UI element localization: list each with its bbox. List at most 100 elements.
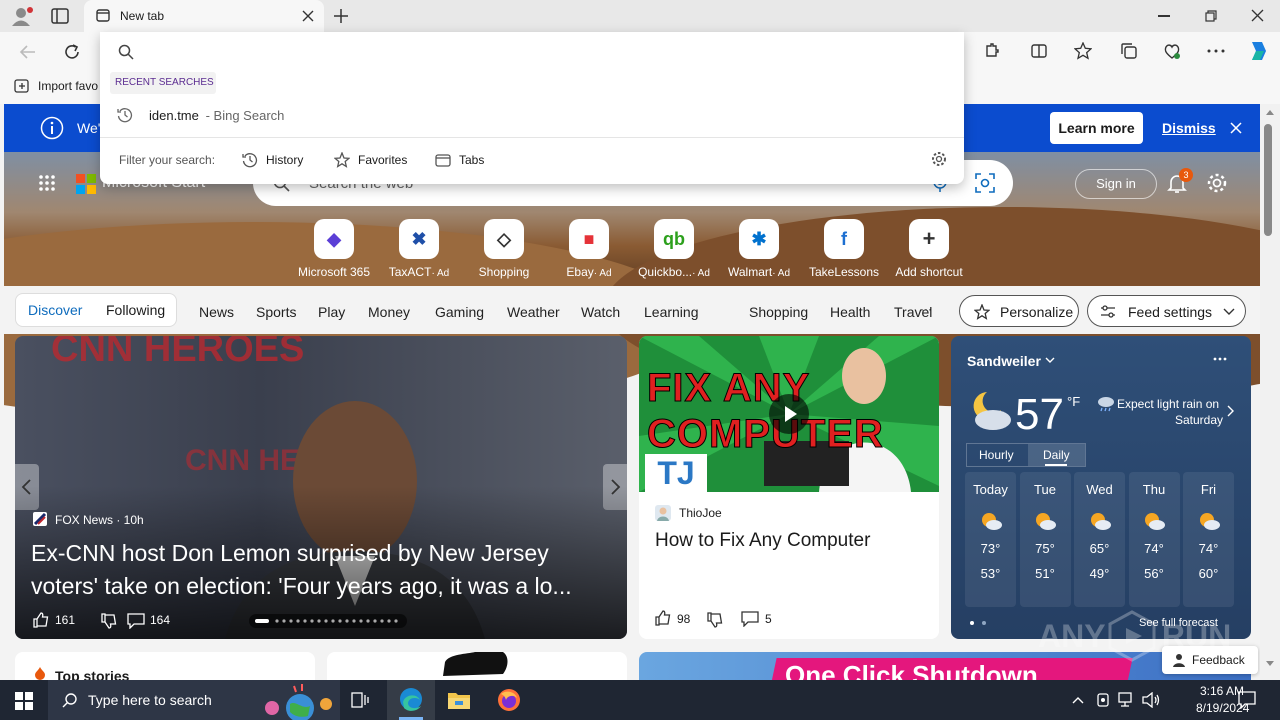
window-close-icon[interactable] xyxy=(1251,9,1264,22)
quick-link[interactable]: + Add shortcut xyxy=(889,219,969,279)
chevron-down-icon[interactable] xyxy=(1045,357,1055,364)
restore-icon[interactable] xyxy=(1205,10,1217,22)
wired-network-icon[interactable] xyxy=(1118,692,1136,708)
apps-launcher-icon[interactable] xyxy=(38,174,56,192)
chevron-right-icon[interactable] xyxy=(1227,405,1234,417)
quick-link[interactable]: ■ Ebay· Ad xyxy=(549,219,629,279)
nav-item[interactable]: Health xyxy=(830,304,870,320)
minimize-icon[interactable] xyxy=(1158,15,1170,17)
nav-item[interactable]: News xyxy=(199,304,234,320)
top-stories-card[interactable]: Top stories xyxy=(15,652,315,680)
video-comment-icon[interactable] xyxy=(741,611,759,627)
weather-more-icon[interactable] xyxy=(1213,357,1227,361)
copilot-icon[interactable] xyxy=(1246,39,1270,63)
forecast-day[interactable]: Tue 75° 51° xyxy=(1019,472,1071,607)
collections-icon[interactable] xyxy=(1120,42,1138,60)
quick-link[interactable]: qb Quickbo...· Ad xyxy=(634,219,714,279)
quick-link[interactable]: ◆ Microsoft 365 xyxy=(294,219,374,279)
quick-link[interactable]: ✖ TaxACT· Ad xyxy=(379,219,459,279)
site-icon: ◆ xyxy=(314,219,354,259)
forecast-day[interactable]: Thu 74° 56° xyxy=(1128,472,1180,607)
refresh-icon[interactable] xyxy=(63,43,81,61)
learn-more-button[interactable]: Learn more xyxy=(1050,112,1143,144)
scroll-thumb[interactable] xyxy=(1264,124,1272,236)
import-favorites-link[interactable]: Import favo xyxy=(38,79,98,93)
filter-favorites[interactable]: Favorites xyxy=(334,148,414,172)
nav-item[interactable]: Weather xyxy=(507,304,560,320)
play-icon[interactable] xyxy=(769,394,809,434)
import-favorites-icon[interactable] xyxy=(14,78,30,94)
weather-card[interactable]: Sandweiler 57 °F Expect light rain on Sa… xyxy=(951,336,1251,639)
task-view-icon[interactable] xyxy=(351,692,369,708)
new-tab-icon[interactable] xyxy=(333,8,349,24)
close-banner-icon[interactable] xyxy=(1230,122,1242,134)
quick-link-label: Ebay xyxy=(566,265,594,279)
notification-center-icon[interactable] xyxy=(1238,691,1256,709)
recent-search-item[interactable]: iden.tme - Bing Search xyxy=(100,100,964,130)
favorites-icon[interactable] xyxy=(1074,42,1092,60)
video-like-icon[interactable] xyxy=(655,610,671,626)
forecast-day[interactable]: Today 73° 53° xyxy=(965,472,1016,607)
tab-actions-icon[interactable] xyxy=(51,8,69,24)
start-icon[interactable] xyxy=(15,692,33,710)
sign-in-button[interactable]: Sign in xyxy=(1075,169,1157,199)
forecast-day[interactable]: Wed 65° 49° xyxy=(1074,472,1125,607)
recent-search-query: iden.tme xyxy=(149,108,199,123)
personalize-button[interactable]: Personalize xyxy=(959,295,1079,327)
forecast-low: 53° xyxy=(980,566,1001,581)
recent-searches-header: RECENT SEARCHES xyxy=(110,72,216,94)
show-hidden-icons[interactable] xyxy=(1072,696,1084,704)
visual-search-icon[interactable] xyxy=(975,173,995,193)
nav-item[interactable]: Watch xyxy=(581,304,620,320)
scroll-up-icon[interactable] xyxy=(1265,109,1275,116)
more-options-icon[interactable] xyxy=(1207,49,1225,53)
file-explorer-icon[interactable] xyxy=(447,690,471,710)
nav-item[interactable]: Gaming xyxy=(435,304,484,320)
network-status-icon[interactable] xyxy=(1096,692,1110,708)
tab-hourly[interactable]: Hourly xyxy=(979,448,1014,462)
nav-item[interactable]: Learning xyxy=(644,304,699,320)
tab-daily[interactable]: Daily xyxy=(1043,448,1070,462)
filter-tabs[interactable]: Tabs xyxy=(435,148,495,172)
video-dislike-icon[interactable] xyxy=(707,612,723,628)
back-icon[interactable] xyxy=(19,43,37,61)
quick-link[interactable]: ✱ Walmart· Ad xyxy=(719,219,799,279)
dismiss-link[interactable]: Dismiss xyxy=(1162,120,1216,136)
taskbar-search-placeholder: Type here to search xyxy=(88,692,212,708)
nav-more-icon[interactable]: ··· xyxy=(920,302,932,316)
like-icon[interactable] xyxy=(33,612,49,628)
tab-discover[interactable]: Discover xyxy=(28,302,82,318)
tab-new-tab[interactable]: New tab xyxy=(84,0,324,32)
video-card[interactable]: FIX ANY COMPUTER TJ ThioJoe How to Fix A… xyxy=(639,336,939,639)
scroll-down-icon[interactable] xyxy=(1265,660,1275,667)
page-settings-icon[interactable] xyxy=(1206,172,1228,194)
quick-link-ad: · Ad xyxy=(593,268,612,279)
quick-link[interactable]: f TakeLessons xyxy=(804,219,884,279)
firefox-icon[interactable] xyxy=(497,688,521,712)
extensions-icon[interactable] xyxy=(982,42,1000,60)
tab-following[interactable]: Following xyxy=(106,302,165,318)
nav-item[interactable]: Play xyxy=(318,304,345,320)
split-screen-icon[interactable] xyxy=(1030,42,1048,60)
edge-taskbar-icon[interactable] xyxy=(387,680,435,720)
address-input[interactable] xyxy=(144,38,944,66)
filter-history[interactable]: History xyxy=(242,148,312,172)
main-story-card[interactable]: CNN HEROES CNN HERO FOX News · 10h Ex-CN… xyxy=(15,336,627,639)
nav-item[interactable]: Money xyxy=(368,304,410,320)
search-settings-icon[interactable] xyxy=(931,151,947,167)
quick-link[interactable]: ◇ Shopping xyxy=(464,219,544,279)
nav-item[interactable]: Shopping xyxy=(749,304,808,320)
product-card[interactable] xyxy=(327,652,627,680)
dislike-icon[interactable] xyxy=(101,613,117,629)
profile-icon[interactable] xyxy=(10,5,34,27)
comment-icon[interactable] xyxy=(127,613,145,629)
page-scrollbar[interactable] xyxy=(1260,104,1280,680)
close-tab-icon[interactable] xyxy=(302,10,314,22)
nav-item[interactable]: Sports xyxy=(256,304,296,320)
weather-location[interactable]: Sandweiler xyxy=(967,353,1041,369)
browser-essentials-icon[interactable] xyxy=(1163,42,1181,60)
feed-settings-button[interactable]: Feed settings xyxy=(1087,295,1246,327)
forecast-day[interactable]: Fri 74° 60° xyxy=(1183,472,1234,607)
taskbar-search-box[interactable]: Type here to search xyxy=(48,680,340,720)
volume-icon[interactable] xyxy=(1142,692,1160,708)
